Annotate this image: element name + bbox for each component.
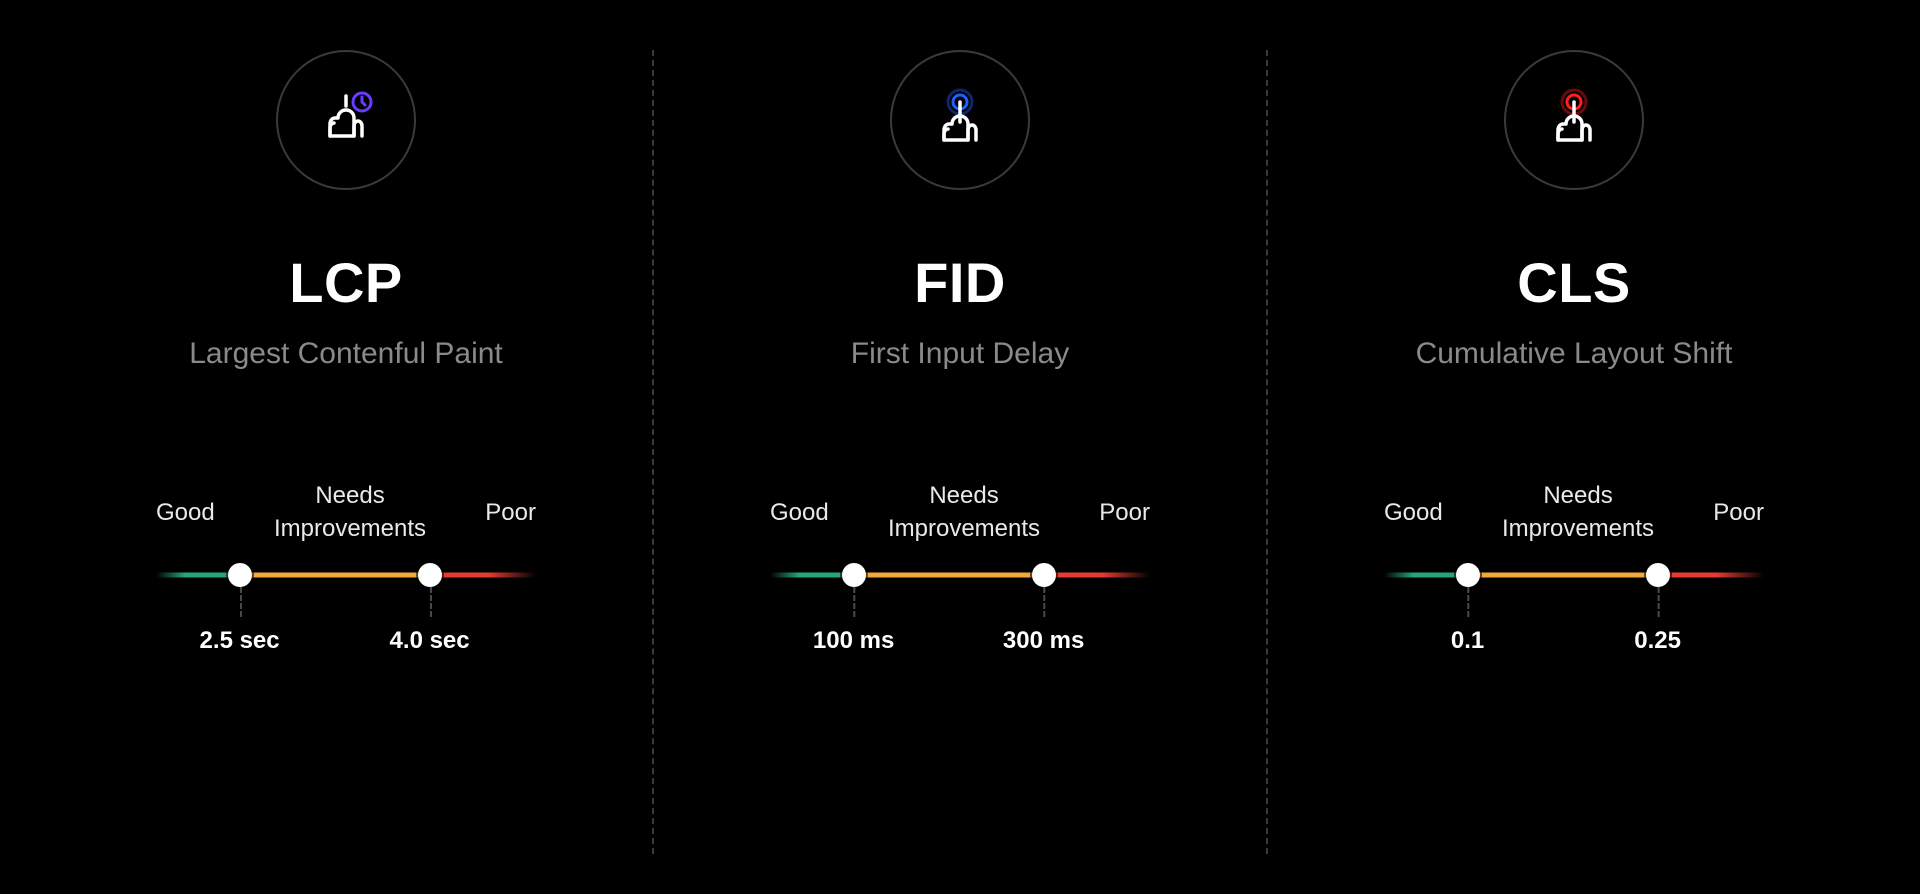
label-needs-improvements: Needs Improvements (1502, 480, 1654, 545)
metric-panel-lcp: LCP Largest Contenful Paint Good Needs I… (40, 50, 652, 854)
metric-abbrev: LCP (289, 250, 403, 315)
label-poor: Poor (485, 499, 536, 527)
hand-tap-icon (1542, 88, 1606, 152)
threshold-values: 2.5 sec 4.0 sec (156, 587, 536, 677)
scale: Good Needs Improvements Poor 2.5 sec 4.0… (156, 481, 536, 677)
threshold-values: 100 ms 300 ms (770, 587, 1150, 677)
label-good: Good (770, 499, 829, 527)
metric-icon-circle (276, 50, 416, 190)
metric-icon-circle (890, 50, 1030, 190)
threshold-marker-good (842, 563, 866, 587)
threshold-good-value: 100 ms (813, 587, 894, 655)
scale-labels: Good Needs Improvements Poor (156, 481, 536, 545)
label-needs-improvements: Needs Improvements (888, 480, 1040, 545)
metric-panel-fid: FID First Input Delay Good Needs Improve… (654, 50, 1266, 854)
metric-fullname: Cumulative Layout Shift (1416, 337, 1733, 371)
web-vitals-diagram: LCP Largest Contenful Paint Good Needs I… (0, 0, 1920, 894)
threshold-values: 0.1 0.25 (1384, 587, 1764, 677)
threshold-poor-value: 300 ms (1003, 587, 1084, 655)
metric-fullname: Largest Contenful Paint (189, 337, 503, 371)
metric-abbrev: CLS (1517, 250, 1631, 315)
segment-poor (1658, 573, 1764, 578)
label-poor: Poor (1099, 499, 1150, 527)
threshold-good-value: 0.1 (1451, 587, 1484, 655)
segment-poor (1044, 573, 1150, 578)
metric-icon-circle (1504, 50, 1644, 190)
threshold-poor-value: 0.25 (1634, 587, 1681, 655)
threshold-marker-good (228, 563, 252, 587)
threshold-marker-poor (418, 563, 442, 587)
label-good: Good (156, 499, 215, 527)
metric-panel-cls: CLS Cumulative Layout Shift Good Needs I… (1268, 50, 1880, 854)
threshold-good-value: 2.5 sec (200, 587, 280, 655)
scale: Good Needs Improvements Poor 0.1 0.25 (1384, 481, 1764, 677)
scale-bar (156, 563, 536, 587)
scale-labels: Good Needs Improvements Poor (1384, 481, 1764, 545)
scale: Good Needs Improvements Poor 100 ms 300 … (770, 481, 1150, 677)
segment-needs (854, 573, 1044, 578)
threshold-poor-value: 4.0 sec (390, 587, 470, 655)
scale-bar (1384, 563, 1764, 587)
threshold-marker-poor (1646, 563, 1670, 587)
scale-labels: Good Needs Improvements Poor (770, 481, 1150, 545)
metric-fullname: First Input Delay (851, 337, 1069, 371)
threshold-marker-poor (1032, 563, 1056, 587)
metric-abbrev: FID (914, 250, 1006, 315)
scale-bar (770, 563, 1150, 587)
label-good: Good (1384, 499, 1443, 527)
label-needs-improvements: Needs Improvements (274, 480, 426, 545)
segment-needs (1468, 573, 1658, 578)
threshold-marker-good (1456, 563, 1480, 587)
hand-tap-icon (928, 88, 992, 152)
segment-poor (430, 573, 536, 578)
label-poor: Poor (1713, 499, 1764, 527)
hand-clock-icon (314, 88, 378, 152)
segment-needs (240, 573, 430, 578)
